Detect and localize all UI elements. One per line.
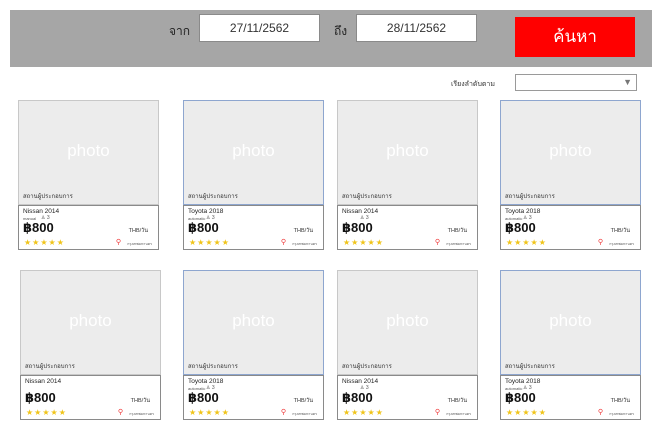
rating-stars: ★★★★★ xyxy=(26,408,67,417)
car-model: Nissan 2014 xyxy=(23,208,60,215)
car-info: Toyota 2018 automatic ♙ 3 ฿800 THB/วัน ★… xyxy=(183,205,324,250)
car-photo[interactable]: photo สถานผู้ประกอบการ xyxy=(18,100,159,205)
photo-placeholder: photo xyxy=(549,311,592,330)
location-pin-icon: ⚲ xyxy=(434,239,440,246)
location-text: กรุงเทพมหานคร xyxy=(129,412,154,416)
from-date-input[interactable]: 27/11/2562 xyxy=(199,14,320,42)
photo-placeholder: photo xyxy=(69,311,112,330)
photo-placeholder: photo xyxy=(386,311,429,330)
rating-stars: ★★★★★ xyxy=(506,238,547,247)
price: ฿800 xyxy=(505,390,536,405)
car-photo[interactable]: photo สถานผู้ประกอบการ xyxy=(337,270,478,375)
rating-stars: ★★★★★ xyxy=(506,408,547,417)
location-text: กรุงเทพมหานคร xyxy=(292,412,317,416)
price: ฿800 xyxy=(342,220,373,235)
photo-placeholder: photo xyxy=(386,141,429,160)
car-card[interactable]: photo สถานผู้ประกอบการ Nissan 2014 manua… xyxy=(18,100,159,265)
photo-placeholder: photo xyxy=(232,311,275,330)
car-info: Nissan 2014 ♙ 3 ฿800 THB/วัน ★★★★★ ⚲ กรุ… xyxy=(337,205,478,250)
provider-name: สถานผู้ประกอบการ xyxy=(188,364,238,370)
price-unit: THB/วัน xyxy=(610,228,630,234)
location-text: กรุงเทพมหานคร xyxy=(609,412,634,416)
price: ฿800 xyxy=(505,220,536,235)
car-card[interactable]: photo สถานผู้ประกอบการ Toyota 2018 autom… xyxy=(183,270,324,435)
car-photo[interactable]: photo สถานผู้ประกอบการ xyxy=(20,270,161,375)
car-info: Nissan 2014 manual ♙ 3 ฿800 THB/วัน ★★★★… xyxy=(18,205,159,250)
rating-stars: ★★★★★ xyxy=(189,238,230,247)
rating-stars: ★★★★★ xyxy=(189,408,230,417)
car-model: Nissan 2014 xyxy=(342,378,379,385)
rating-stars: ★★★★★ xyxy=(343,238,384,247)
location-text: กรุงเทพมหานคร xyxy=(292,242,317,246)
location-text: กรุงเทพมหานคร xyxy=(609,242,634,246)
price-unit: THB/วัน xyxy=(128,228,148,234)
car-model: Toyota 2018 xyxy=(505,208,541,215)
car-photo[interactable]: photo สถานผู้ประกอบการ xyxy=(183,270,324,375)
provider-name: สถานผู้ประกอบการ xyxy=(342,194,392,200)
search-button[interactable]: ค้นหา xyxy=(515,17,635,57)
car-info: Nissan 2014 ฿800 THB/วัน ★★★★★ ⚲ กรุงเทพ… xyxy=(20,375,161,420)
car-model: Toyota 2018 xyxy=(505,378,541,385)
photo-placeholder: photo xyxy=(67,141,110,160)
location-pin-icon: ⚲ xyxy=(597,409,603,416)
location-pin-icon: ⚲ xyxy=(597,239,603,246)
price-unit: THB/วัน xyxy=(293,398,313,404)
rating-stars: ★★★★★ xyxy=(24,238,65,247)
price: ฿800 xyxy=(23,220,54,235)
provider-name: สถานผู้ประกอบการ xyxy=(25,364,75,370)
car-photo[interactable]: photo สถานผู้ประกอบการ xyxy=(500,270,641,375)
car-card[interactable]: photo สถานผู้ประกอบการ Nissan 2014 ♙ 3 ฿… xyxy=(337,100,478,265)
car-model: Toyota 2018 xyxy=(188,208,224,215)
car-info: Nissan 2014 ♙ 3 ฿800 THB/วัน ★★★★★ ⚲ กรุ… xyxy=(337,375,478,420)
price-unit: THB/วัน xyxy=(610,398,630,404)
car-card[interactable]: photo สถานผู้ประกอบการ Toyota 2018 autom… xyxy=(500,100,641,265)
price: ฿800 xyxy=(25,390,56,405)
photo-placeholder: photo xyxy=(232,141,275,160)
price: ฿800 xyxy=(342,390,373,405)
sort-select[interactable]: ▼ xyxy=(515,74,637,91)
from-label: จาก xyxy=(169,24,191,38)
price-unit: THB/วัน xyxy=(447,228,467,234)
car-card[interactable]: photo สถานผู้ประกอบการ Nissan 2014 ♙ 3 ฿… xyxy=(337,270,478,435)
location-text: กรุงเทพมหานคร xyxy=(446,242,471,246)
chevron-down-icon[interactable]: ▼ xyxy=(623,77,632,87)
rating-stars: ★★★★★ xyxy=(343,408,384,417)
sort-label: เรียงลำดับตาม xyxy=(451,81,495,88)
car-card[interactable]: photo สถานผู้ประกอบการ Nissan 2014 ฿800 … xyxy=(20,270,161,435)
to-label: ถึง xyxy=(334,24,348,38)
provider-name: สถานผู้ประกอบการ xyxy=(505,364,555,370)
to-date-input[interactable]: 28/11/2562 xyxy=(356,14,477,42)
car-card[interactable]: photo สถานผู้ประกอบการ Toyota 2018 autom… xyxy=(500,270,641,435)
price-unit: THB/วัน xyxy=(447,398,467,404)
provider-name: สถานผู้ประกอบการ xyxy=(342,364,392,370)
price-unit: THB/วัน xyxy=(130,398,150,404)
car-info: Toyota 2018 automatic ♙ 3 ฿800 THB/วัน ★… xyxy=(500,205,641,250)
location-pin-icon: ⚲ xyxy=(117,409,123,416)
location-text: กรุงเทพมหานคร xyxy=(127,242,152,246)
location-text: กรุงเทพมหานคร xyxy=(446,412,471,416)
provider-name: สถานผู้ประกอบการ xyxy=(188,194,238,200)
provider-name: สถานผู้ประกอบการ xyxy=(23,194,73,200)
car-photo[interactable]: photo สถานผู้ประกอบการ xyxy=(337,100,478,205)
price: ฿800 xyxy=(188,390,219,405)
car-photo[interactable]: photo สถานผู้ประกอบการ xyxy=(500,100,641,205)
car-info: Toyota 2018 automatic ♙ 3 ฿800 THB/วัน ★… xyxy=(500,375,641,420)
price: ฿800 xyxy=(188,220,219,235)
location-pin-icon: ⚲ xyxy=(434,409,440,416)
car-model: Toyota 2018 xyxy=(188,378,224,385)
car-photo[interactable]: photo สถานผู้ประกอบการ xyxy=(183,100,324,205)
price-unit: THB/วัน xyxy=(293,228,313,234)
location-pin-icon: ⚲ xyxy=(115,239,121,246)
car-info: Toyota 2018 automatic ♙ 3 ฿800 THB/วัน ★… xyxy=(183,375,324,420)
location-pin-icon: ⚲ xyxy=(280,239,286,246)
photo-placeholder: photo xyxy=(549,141,592,160)
car-model: Nissan 2014 xyxy=(25,378,62,385)
provider-name: สถานผู้ประกอบการ xyxy=(505,194,555,200)
location-pin-icon: ⚲ xyxy=(280,409,286,416)
car-model: Nissan 2014 xyxy=(342,208,379,215)
car-card[interactable]: photo สถานผู้ประกอบการ Toyota 2018 autom… xyxy=(183,100,324,265)
